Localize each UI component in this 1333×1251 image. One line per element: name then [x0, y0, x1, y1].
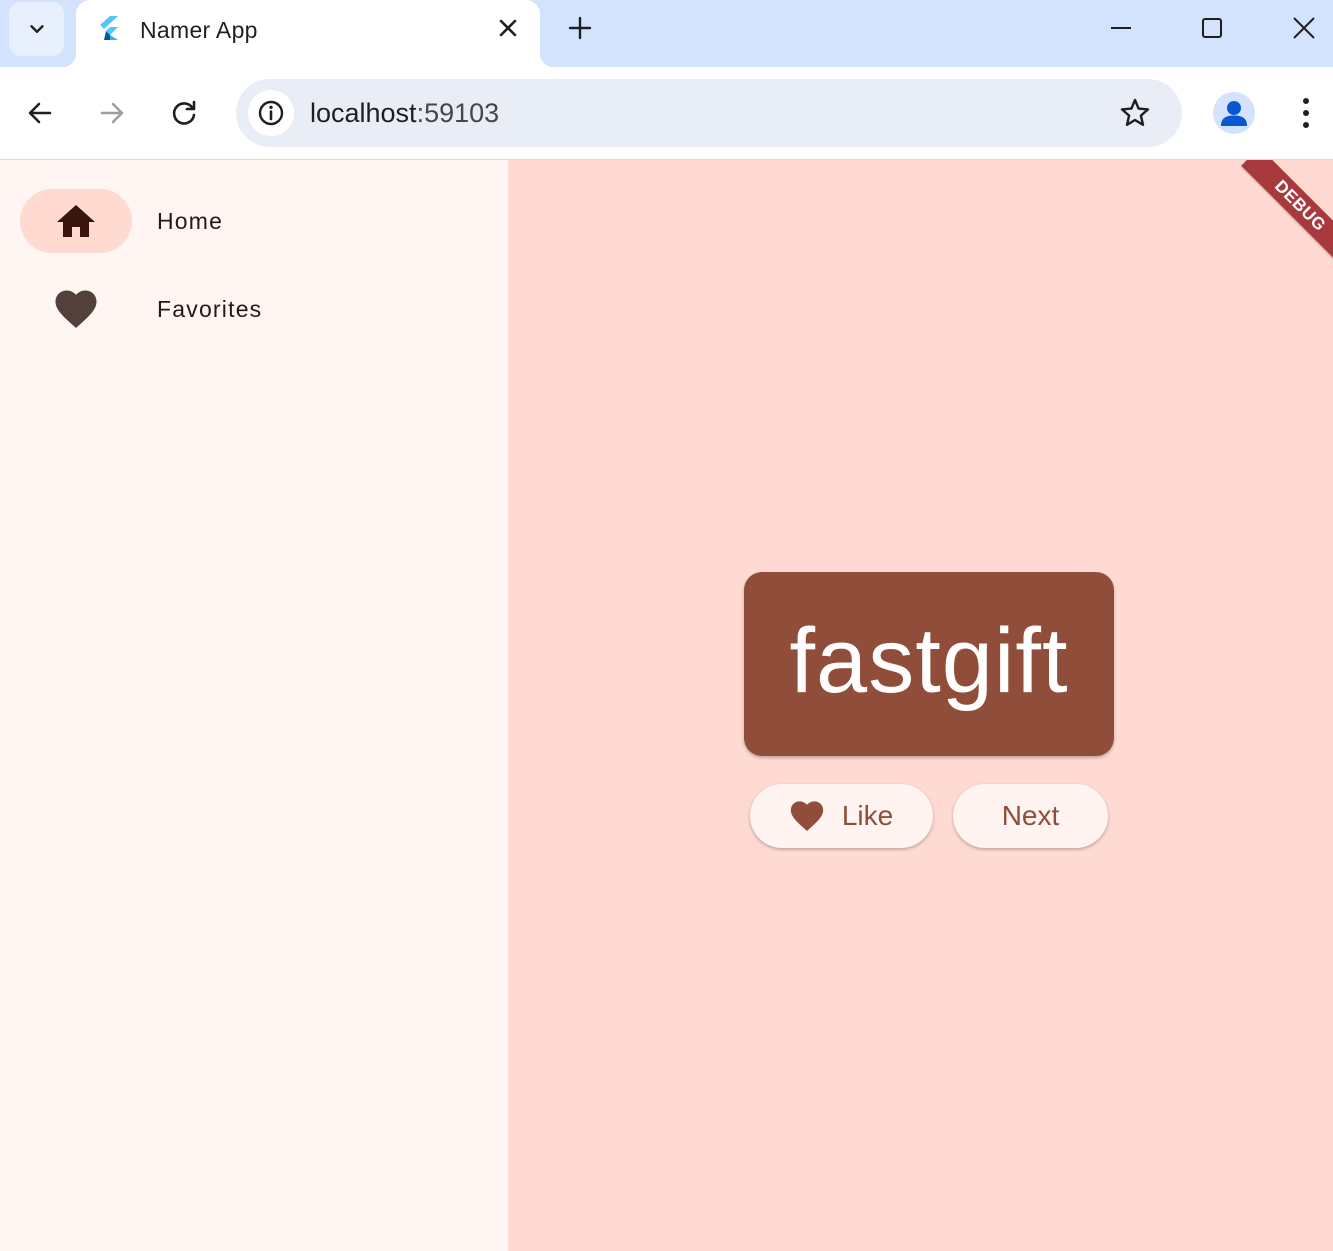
- maximize-button[interactable]: [1196, 12, 1228, 44]
- minimize-icon: [1111, 27, 1131, 29]
- info-icon: [258, 100, 284, 126]
- arrow-right-icon: [100, 102, 124, 124]
- arrow-left-icon: [28, 102, 52, 124]
- next-button-label: Next: [1001, 800, 1060, 831]
- minimize-button[interactable]: [1105, 12, 1137, 44]
- profile-avatar[interactable]: [1213, 92, 1255, 134]
- reload-icon: [172, 100, 196, 125]
- star-icon: [1120, 98, 1150, 126]
- generator-page: DEBUG fastgift Like Next: [508, 160, 1333, 1251]
- address-bar[interactable]: localhost:59103: [236, 79, 1182, 147]
- tab-title: Namer App: [140, 17, 258, 43]
- url-text: localhost:59103: [310, 98, 499, 129]
- tab-close-button[interactable]: [496, 16, 520, 40]
- more-vert-icon: [1303, 98, 1309, 128]
- debug-banner: DEBUG: [1241, 160, 1333, 265]
- word-pair-text: fastgift: [789, 609, 1069, 712]
- maximize-icon: [1202, 18, 1222, 38]
- site-info-button[interactable]: [248, 90, 294, 136]
- plus-icon: [568, 16, 592, 40]
- flutter-logo-icon: [100, 16, 118, 40]
- url-port: :59103: [416, 98, 500, 128]
- person-icon: [1221, 101, 1247, 126]
- forward-button[interactable]: [94, 95, 130, 131]
- rail-item-label: Home: [157, 208, 224, 234]
- browser-menu-button[interactable]: [1290, 93, 1322, 133]
- url-host: localhost: [310, 98, 417, 128]
- rail-item-favorites[interactable]: Favorites: [20, 277, 460, 341]
- window-close-button[interactable]: [1288, 12, 1320, 44]
- like-button[interactable]: Like: [750, 784, 933, 848]
- rail-item-home[interactable]: Home: [20, 189, 460, 253]
- close-icon: [1293, 17, 1315, 39]
- tab-strip: Namer App: [0, 0, 1333, 67]
- word-pair-card: fastgift: [744, 572, 1114, 756]
- like-button-label: Like: [841, 800, 894, 831]
- navigation-rail: Home Favorites: [0, 160, 508, 1251]
- home-icon: [54, 201, 98, 241]
- namer-app: Home Favorites DEBUG fastgift Like Next: [0, 160, 1333, 1251]
- back-button[interactable]: [22, 95, 58, 131]
- tab-search-button[interactable]: [9, 2, 64, 56]
- close-icon: [499, 19, 517, 37]
- browser-toolbar: localhost:59103: [0, 67, 1333, 160]
- rail-item-label: Favorites: [157, 296, 263, 322]
- new-tab-button[interactable]: [566, 14, 594, 42]
- heart-icon: [54, 289, 98, 329]
- heart-icon: [790, 801, 824, 831]
- bookmark-button[interactable]: [1118, 96, 1152, 130]
- chevron-down-icon: [29, 25, 44, 33]
- next-button[interactable]: Next: [953, 784, 1108, 848]
- browser-tab[interactable]: Namer App: [62, 0, 554, 67]
- reload-button[interactable]: [166, 95, 202, 131]
